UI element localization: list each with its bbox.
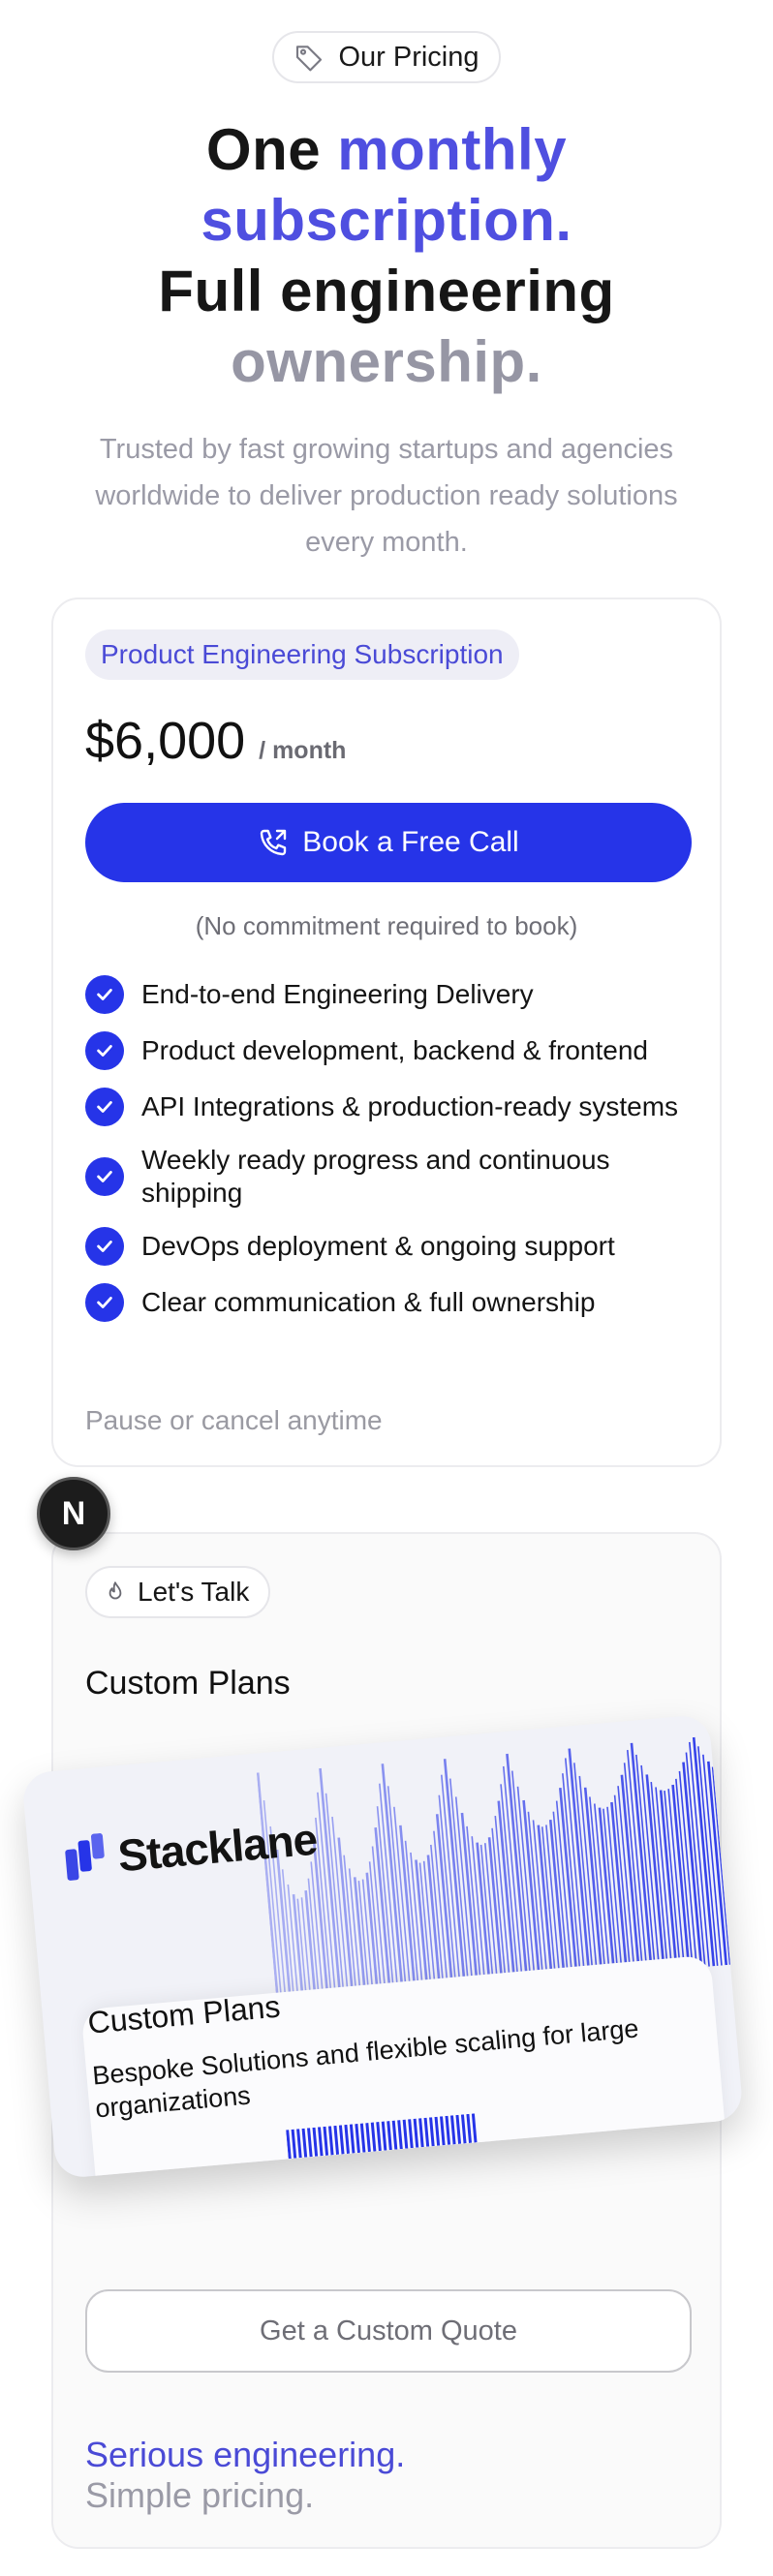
pause-cancel-note: Pause or cancel anytime [85,1405,383,1435]
feature-text: API Integrations & production-ready syst… [141,1091,679,1121]
custom-plans-card: Let's Talk Custom Plans Stacklane Custom… [21,1532,744,2549]
hero-line3: Full engineering [158,259,615,323]
bar-strip-line [471,2113,478,2143]
hero-subtitle: Trusted by fast growing startups and age… [95,434,678,558]
bar-strip-line [307,2128,313,2158]
custom-quote-button[interactable]: Get a Custom Quote [85,2289,692,2373]
stripe-line [527,1811,544,1981]
bar-strip-line [291,2129,297,2159]
bar-strip-line [333,2125,340,2155]
hero-line1-a: One [205,117,338,182]
stripe-line [315,1817,333,2000]
custom-plans-promo-card: Stacklane Custom Plans Bespoke Solutions… [21,1713,744,2180]
hero-heading: One monthly subscription. Full engineeri… [0,114,773,397]
slogan-line-2: Simple pricing. [85,2475,315,2515]
price-period: / month [259,737,347,764]
bar-strip-line [423,2117,430,2147]
slogan-line-1: Serious engineering. [85,2435,406,2474]
stripe-line [613,1794,632,1974]
bar-strip-line [381,2121,387,2151]
commitment-note: (No commitment required to book) [195,911,578,940]
bar-strip-line [301,2128,308,2158]
hero-line4: ownership. [231,329,542,394]
bar-strip-line [338,2125,345,2155]
bar-strip-line [365,2122,371,2153]
tag-icon [296,46,323,72]
bar-strip-line [344,2124,351,2155]
bar-strip-line [296,2129,302,2159]
bar-strip-line [386,2121,392,2151]
feature-list: End-to-end Engineering Delivery Product … [85,975,686,1339]
bar-strip-line [349,2124,356,2154]
bar-strip-line [440,2116,446,2146]
phone-icon [261,829,287,856]
feature-item: Product development, backend & frontend [85,1031,686,1070]
feature-text: DevOps deployment & ongoing support [141,1231,615,1261]
bar-strip-line [312,2127,319,2157]
stripe-line [623,1763,644,1973]
check-icon [85,1283,124,1322]
stripe-line [589,1796,606,1977]
stripe-line [552,1811,570,1979]
book-call-button[interactable]: Book a Free Call [85,803,692,882]
custom-plans-title: Custom Plans [85,1665,291,1702]
feature-item: Weekly ready progress and continuous shi… [85,1144,686,1210]
bar-strip-line [397,2120,403,2150]
stripe-line [664,1791,681,1970]
bar-strip-line [460,2114,467,2144]
check-icon [85,1031,124,1070]
stripe-line [573,1763,594,1978]
hero-line1-b: monthly [337,117,568,182]
price-amount: $6,000 [85,712,246,770]
check-icon [85,975,124,1014]
book-call-label: Book a Free Call [302,826,519,858]
bar-strip-line [449,2115,456,2145]
check-icon [85,1227,124,1266]
stripe-line [448,1778,470,1988]
check-icon [85,1088,124,1126]
feature-item: End-to-end Engineering Delivery [85,975,686,1014]
stacklane-logo-icon [65,1833,105,1881]
bar-strip-line [355,2123,360,2154]
bar-strip-line [376,2122,382,2152]
feature-item: Clear communication & full ownership [85,1283,686,1322]
bar-strip-line [323,2126,329,2156]
stripe-line [697,1746,719,1967]
hero-line2: subscription. [201,188,572,253]
bar-strip-line [429,2117,435,2147]
subscription-card: Product Engineering Subscription $6,000 … [51,598,722,1467]
bar-strip-line [455,2114,462,2144]
feature-text: End-to-end Engineering Delivery [141,979,534,1009]
stripe-line [603,1808,619,1976]
check-icon [85,1157,124,1196]
feature-text: Clear communication & full ownership [141,1287,596,1317]
flame-icon [108,1581,122,1600]
feature-item: DevOps deployment & ongoing support [85,1227,686,1266]
bar-strip-line [408,2119,414,2149]
pricing-badge-label: Our Pricing [338,41,479,73]
pricing-badge: Our Pricing [272,31,501,83]
bar-strip-line [445,2115,451,2145]
bar-strip-line [418,2118,424,2148]
bar-strip-line [327,2126,334,2156]
bar-strip-line [402,2119,409,2149]
lets-talk-label: Let's Talk [138,1577,250,1607]
stripe-line [635,1754,657,1972]
bar-strip-line [434,2116,441,2146]
lets-talk-pill: Let's Talk [85,1566,271,1618]
feature-text: Weekly ready progress and continuous shi… [141,1145,610,1208]
bar-strip-line [318,2127,324,2157]
price: $6,000 / month [85,711,346,771]
bar-strip-line [391,2120,398,2150]
bar-strip-line [466,2113,473,2144]
bar-strip-line [370,2122,377,2152]
plan-name-pill: Product Engineering Subscription [85,629,519,680]
stripe-line [510,1770,532,1982]
feature-item: API Integrations & production-ready syst… [85,1088,686,1126]
bar-strip-line [359,2123,366,2153]
feature-text: Product development, backend & frontend [141,1035,649,1065]
bar-strip-line [413,2118,419,2148]
stripe-line [685,1752,706,1968]
floating-n-button[interactable]: N [37,1477,110,1550]
